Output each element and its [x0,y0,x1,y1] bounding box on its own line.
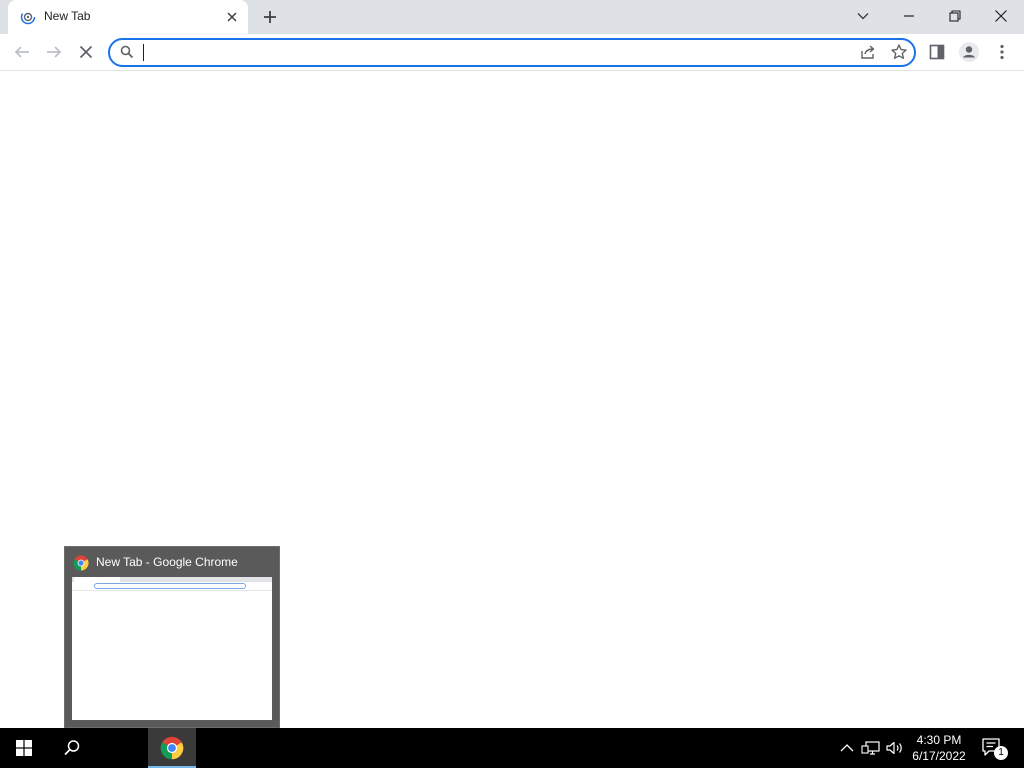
share-icon [861,45,875,59]
side-panel-button[interactable] [925,40,949,64]
search-icon [120,45,134,64]
notification-badge: 1 [994,746,1008,760]
minimize-icon [904,15,914,17]
more-menu-button[interactable] [990,40,1014,64]
tab-new-tab[interactable]: New Tab [8,0,248,34]
new-tab-button[interactable] [258,5,282,29]
network-icon [861,741,880,755]
tab-search-button[interactable] [840,0,886,32]
preview-title: New Tab - Google Chrome [96,555,238,569]
windows-start-icon [16,740,32,756]
chrome-taskbar-button[interactable] [148,728,196,768]
back-icon [14,46,29,58]
side-panel-icon [929,44,945,60]
bookmark-star-icon [891,44,907,59]
forward-button[interactable] [42,40,66,64]
stop-loading-icon [79,45,93,59]
tray-chevron-icon [840,744,854,752]
tab-search-chevron-icon [857,13,869,20]
close-window-icon [995,10,1007,22]
restore-button[interactable] [932,0,978,32]
text-caret [143,44,144,61]
more-menu-icon [1000,44,1004,60]
profile-button[interactable] [957,40,981,64]
clock-date: 6/17/2022 [912,749,966,763]
address-bar[interactable] [108,38,916,67]
clock-time: 4:30 PM [916,733,962,747]
stop-loading-button[interactable] [74,40,98,64]
tab-title: New Tab [44,9,91,23]
back-button[interactable] [10,40,34,64]
forward-icon [47,46,62,58]
network-button[interactable] [860,738,882,758]
volume-button[interactable] [884,738,906,758]
chrome-icon [160,736,184,760]
windows-taskbar: 4:30 PM 6/17/2022 1 [0,728,1024,768]
close-tab-icon[interactable] [224,9,240,25]
preview-address-bar [94,583,246,589]
start-button[interactable] [0,728,48,768]
taskbar-search-button[interactable] [48,728,96,768]
chrome-icon [73,555,89,571]
preview-toolbar [72,582,272,591]
taskbar-thumbnail-preview[interactable]: New Tab - Google Chrome [64,546,280,728]
address-input[interactable] [142,43,832,61]
show-hidden-icons-button[interactable] [836,738,858,758]
new-tab-icon [264,11,276,23]
tab-strip: New Tab [0,0,1024,34]
loading-favicon-icon [20,9,36,25]
bookmark-button[interactable] [889,42,909,62]
profile-icon [959,42,979,62]
search-icon [64,740,80,756]
restore-icon [949,10,961,22]
browser-toolbar [0,34,1024,71]
window-preview-image [72,577,272,720]
minimize-button[interactable] [886,0,932,32]
taskbar-clock[interactable]: 4:30 PM 6/17/2022 [904,732,974,764]
volume-icon [886,741,902,755]
close-window-button[interactable] [978,0,1024,32]
share-button[interactable] [858,42,878,62]
